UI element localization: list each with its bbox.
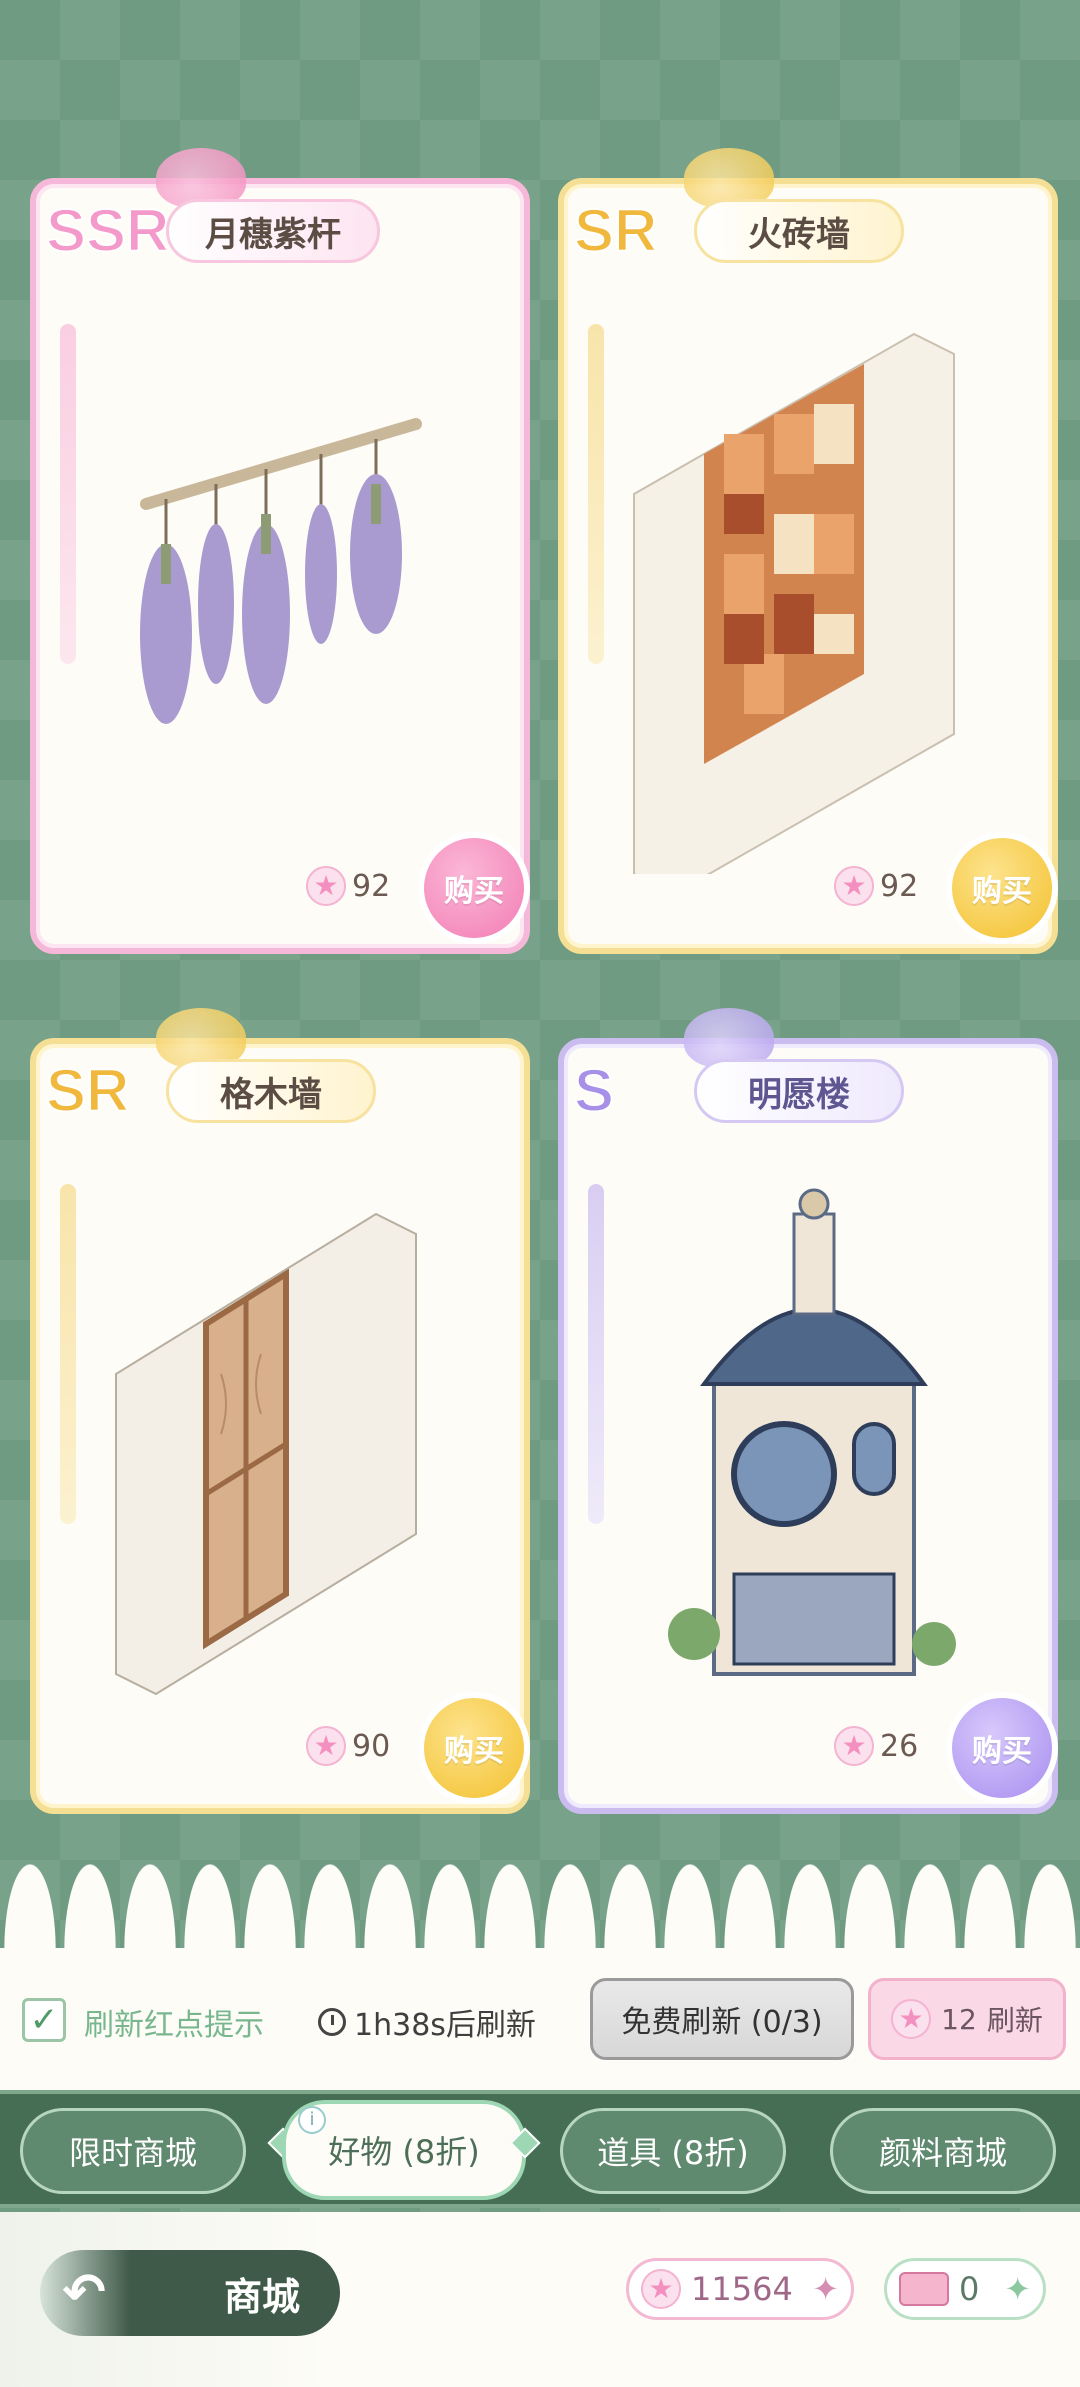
rarity-badge: SR	[573, 197, 658, 264]
lace-decoration	[0, 1850, 1080, 1950]
add-star-icon[interactable]: ✦	[812, 2270, 839, 2308]
lavender-hanger-image	[86, 314, 476, 874]
price-tag: ★ 92	[306, 866, 390, 906]
rarity-badge: S	[573, 1057, 615, 1124]
rarity-badge: SR	[45, 1057, 130, 1124]
ticket-currency[interactable]: 0 ✦	[884, 2258, 1046, 2320]
shop-tab-bar: 限时商城 i 好物 (8折) 道具 (8折) 颜料商城	[0, 2090, 1080, 2208]
price-value: 92	[352, 868, 391, 904]
page-title: 商城	[224, 2274, 301, 2319]
star-icon: ★	[834, 1726, 874, 1766]
item-name: 明愿楼	[694, 1059, 904, 1123]
card-header: S 明愿楼	[564, 1052, 934, 1130]
shop-item-card[interactable]: SSR 月穗紫杆 ★ 92 购买	[30, 148, 530, 954]
refresh-dot-checkbox[interactable]: ✓	[22, 1998, 66, 2042]
ribbon-decoration	[60, 1184, 76, 1524]
wood-wall-image	[86, 1174, 476, 1734]
price-tag: ★ 90	[306, 1726, 390, 1766]
footer-bar: ↶ 商城 ★ 11564 ✦ 0 ✦	[0, 2212, 1080, 2387]
star-icon: ★	[641, 2269, 681, 2309]
ribbon-decoration	[588, 324, 604, 664]
price-tag: ★ 92	[834, 866, 918, 906]
free-refresh-button[interactable]: 免费刷新 (0/3)	[590, 1978, 854, 2060]
mansion-image	[614, 1174, 1004, 1734]
ribbon-decoration	[588, 1184, 604, 1524]
shop-item-card[interactable]: SR 火砖墙 ★ 92 购买	[558, 148, 1058, 954]
price-value: 92	[880, 868, 919, 904]
price-value: 90	[352, 1728, 391, 1764]
paid-refresh-label: 刷新	[986, 2004, 1043, 2037]
refresh-dot-label: 刷新红点提示	[84, 2008, 264, 2043]
star-icon: ★	[306, 866, 346, 906]
back-arrow-icon: ↶	[62, 2263, 106, 2323]
star-currency[interactable]: ★ 11564 ✦	[626, 2258, 854, 2320]
back-button[interactable]: ↶ 商城	[40, 2250, 340, 2336]
item-name: 月穗紫杆	[166, 199, 380, 263]
buy-button[interactable]: 购买	[946, 832, 1058, 944]
checkmark-icon: ✓	[29, 2000, 59, 2040]
price-tag: ★ 26	[834, 1726, 918, 1766]
tab-limited-shop[interactable]: 限时商城	[20, 2108, 246, 2194]
star-icon: ★	[306, 1726, 346, 1766]
rarity-badge: SSR	[45, 197, 170, 264]
ribbon-decoration	[60, 324, 76, 664]
star-icon: ★	[834, 866, 874, 906]
add-ticket-icon[interactable]: ✦	[1004, 2270, 1031, 2308]
shop-item-card[interactable]: SR 格木墙 ★ 90 购买	[30, 1008, 530, 1814]
tab-goods-label: 好物 (8折)	[328, 2133, 480, 2171]
tab-items[interactable]: 道具 (8折)	[560, 2108, 786, 2194]
buy-button[interactable]: 购买	[418, 832, 530, 944]
price-value: 26	[880, 1728, 919, 1764]
info-icon[interactable]: i	[298, 2106, 326, 2134]
star-icon: ★	[891, 1999, 932, 2039]
refresh-timer-text: 1h38s后刷新	[354, 2008, 536, 2043]
paid-refresh-button[interactable]: ★ 12 刷新	[868, 1978, 1066, 2060]
refresh-timer: 1h38s后刷新	[318, 2000, 536, 2044]
clock-icon	[318, 2008, 346, 2036]
star-currency-value: 11564	[691, 2270, 793, 2308]
tab-goods[interactable]: i 好物 (8折)	[282, 2100, 526, 2200]
buy-button[interactable]: 购买	[418, 1692, 530, 1804]
paid-refresh-cost: 12	[941, 2002, 977, 2036]
refresh-bar: ✓ 刷新红点提示 1h38s后刷新 免费刷新 (0/3) ★ 12 刷新	[0, 1948, 1080, 2090]
ticket-currency-value: 0	[959, 2270, 980, 2308]
buy-button[interactable]: 购买	[946, 1692, 1058, 1804]
item-name: 格木墙	[166, 1059, 376, 1123]
tab-dye-shop[interactable]: 颜料商城	[830, 2108, 1056, 2194]
card-header: SR 格木墙	[36, 1052, 406, 1130]
shop-item-card[interactable]: S 明愿楼 ★ 26 购买	[558, 1008, 1058, 1814]
brick-wall-image	[614, 314, 1004, 896]
card-header: SSR 月穗紫杆	[36, 192, 406, 270]
ticket-icon	[899, 2272, 949, 2306]
item-name: 火砖墙	[694, 199, 904, 263]
card-header: SR 火砖墙	[564, 192, 934, 270]
